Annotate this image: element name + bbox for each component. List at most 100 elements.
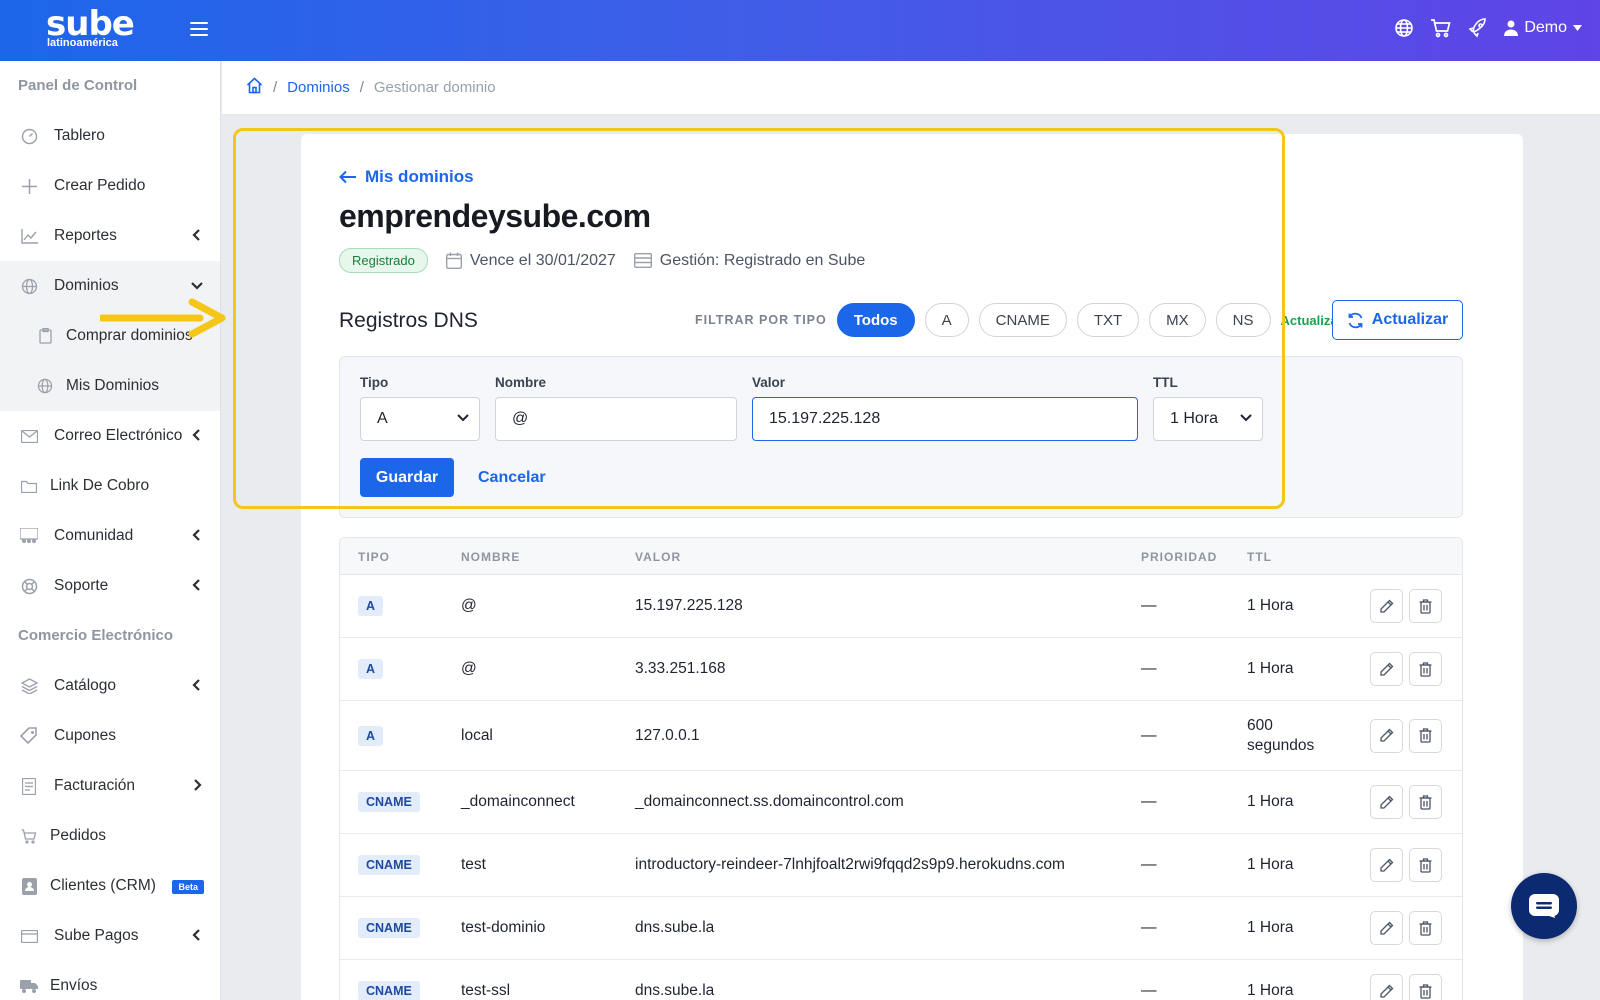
tag-icon bbox=[20, 727, 38, 745]
edit-record-button[interactable] bbox=[1370, 848, 1403, 882]
name-label: Nombre bbox=[495, 375, 547, 390]
sidebar-item-tablero[interactable]: Tablero bbox=[0, 111, 220, 161]
table-row: CNAME test introductory-reindeer-7lnhjfoal… bbox=[340, 834, 1462, 897]
sidebar-item-facturacion[interactable]: Facturación bbox=[0, 761, 220, 811]
table-row: Alocal 127.0.0.1 — 600 segundos bbox=[340, 701, 1462, 771]
record-type-badge: CNAME bbox=[358, 855, 420, 875]
menu-toggle-icon[interactable] bbox=[190, 22, 208, 38]
type-select-value: A bbox=[377, 410, 388, 427]
filter-pill-txt[interactable]: TXT bbox=[1076, 303, 1140, 337]
chevron-down-icon bbox=[1240, 414, 1252, 422]
delete-record-button[interactable] bbox=[1409, 718, 1442, 753]
sidebar-item-soporte[interactable]: Soporte bbox=[0, 561, 220, 611]
sidebar-item-dominios[interactable]: Dominios bbox=[0, 261, 220, 311]
sidebar: Panel de Control Tablero Crear Pedido Re… bbox=[0, 61, 221, 1000]
ttl-label: TTL bbox=[1153, 375, 1178, 390]
sidebar-item-link-de-cobro[interactable]: Link De Cobro bbox=[0, 461, 220, 511]
sidebar-item-clientes-crm[interactable]: Clientes (CRM) Beta bbox=[0, 861, 220, 911]
sidebar-item-label: Dominios bbox=[54, 277, 119, 294]
sidebar-item-pedidos[interactable]: Pedidos bbox=[0, 811, 220, 861]
value-input[interactable]: 15.197.225.128 bbox=[752, 397, 1138, 441]
name-input[interactable]: @ bbox=[495, 397, 737, 441]
chevron-right-icon bbox=[194, 779, 202, 791]
sidebar-item-crear-pedido[interactable]: Crear Pedido bbox=[0, 161, 220, 211]
refresh-button[interactable]: Actualizar bbox=[1332, 300, 1463, 340]
back-to-my-domains-link[interactable]: Mis dominios bbox=[339, 167, 474, 187]
trash-icon bbox=[1419, 598, 1432, 614]
record-priority: — bbox=[1141, 793, 1157, 810]
type-select[interactable]: A bbox=[360, 397, 480, 441]
column-header-value: VALOR bbox=[635, 550, 682, 564]
rocket-icon[interactable] bbox=[1468, 18, 1488, 38]
edit-record-button[interactable] bbox=[1370, 589, 1403, 623]
filter-pill-a[interactable]: A bbox=[924, 303, 969, 337]
chevron-down-icon bbox=[457, 414, 469, 422]
sidebar-item-mis-dominios[interactable]: Mis Dominios bbox=[0, 361, 220, 411]
sidebar-item-sube-pagos[interactable]: Sube Pagos bbox=[0, 911, 220, 961]
sidebar-item-comunidad[interactable]: Comunidad bbox=[0, 511, 220, 561]
record-type-badge: CNAME bbox=[358, 792, 420, 812]
sidebar-item-catalogo[interactable]: Catálogo bbox=[0, 661, 220, 711]
type-cell: A bbox=[358, 659, 384, 679]
delete-record-button[interactable] bbox=[1409, 785, 1442, 819]
trash-icon bbox=[1419, 661, 1432, 677]
type-cell: CNAME bbox=[358, 792, 420, 812]
save-button[interactable]: Guardar bbox=[360, 458, 454, 497]
pencil-icon bbox=[1380, 858, 1394, 872]
edit-record-button[interactable] bbox=[1370, 911, 1403, 945]
delete-record-button[interactable] bbox=[1409, 652, 1442, 686]
sidebar-item-comprar-dominios[interactable]: Comprar dominios bbox=[0, 311, 220, 361]
delete-record-button[interactable] bbox=[1409, 848, 1442, 882]
cart-icon[interactable] bbox=[1430, 18, 1452, 38]
globe-icon[interactable] bbox=[1394, 18, 1414, 38]
filter-pill-mx[interactable]: MX bbox=[1149, 303, 1206, 337]
breadcrumb-link-dominios[interactable]: Dominios bbox=[287, 79, 350, 96]
chevron-down-icon bbox=[191, 282, 203, 290]
sidebar-item-cupones[interactable]: Cupones bbox=[0, 711, 220, 761]
user-menu[interactable]: Demo bbox=[1504, 19, 1582, 37]
gauge-icon bbox=[20, 127, 38, 145]
column-header-priority: PRIORIDAD bbox=[1141, 550, 1218, 564]
edit-record-button[interactable] bbox=[1370, 718, 1403, 753]
value-input-value: 15.197.225.128 bbox=[769, 410, 881, 427]
delete-record-button[interactable] bbox=[1409, 911, 1442, 945]
pencil-icon bbox=[1380, 795, 1394, 809]
sidebar-item-reportes[interactable]: Reportes bbox=[0, 211, 220, 261]
users-icon bbox=[20, 527, 38, 545]
user-name: Demo bbox=[1524, 19, 1567, 36]
home-icon[interactable] bbox=[246, 77, 263, 98]
filter-pill-cname[interactable]: CNAME bbox=[978, 303, 1067, 337]
sidebar-item-label: Comunidad bbox=[54, 527, 134, 544]
ttl-select[interactable]: 1 Hora bbox=[1153, 397, 1263, 441]
record-value: _domainconnect.ss.domaincontrol.com bbox=[635, 793, 904, 810]
edit-record-button[interactable] bbox=[1370, 785, 1403, 819]
sidebar-item-label: Pedidos bbox=[50, 827, 107, 844]
dns-records-table: TIPO NOMBRE VALOR PRIORIDAD TTL A @15.197… bbox=[339, 537, 1463, 1000]
edit-record-button[interactable] bbox=[1370, 652, 1403, 686]
truck-icon bbox=[20, 977, 38, 995]
delete-record-button[interactable] bbox=[1409, 589, 1442, 623]
trash-icon bbox=[1419, 794, 1432, 810]
management-text: Gestión: Registrado en Sube bbox=[659, 251, 866, 269]
record-name: test-dominio bbox=[461, 919, 546, 936]
sube-logo[interactable]: sube latinoamérica bbox=[46, 6, 135, 49]
domain-card: Mis dominios emprendeysube.com Registrad… bbox=[301, 134, 1523, 1000]
record-value: 127.0.0.1 bbox=[635, 726, 700, 744]
type-field-group: Tipo A bbox=[360, 375, 480, 441]
filter-pill-todos[interactable]: Todos bbox=[836, 303, 915, 337]
sidebar-item-correo[interactable]: Correo Electrónico bbox=[0, 411, 220, 461]
pencil-icon bbox=[1380, 984, 1394, 998]
cancel-button[interactable]: Cancelar bbox=[478, 458, 546, 497]
record-priority: — bbox=[1141, 982, 1157, 999]
sidebar-item-envios[interactable]: Envíos bbox=[0, 961, 220, 1000]
record-name: @ bbox=[461, 597, 477, 614]
type-label: Tipo bbox=[360, 375, 389, 390]
record-ttl: 1 Hora bbox=[1247, 597, 1294, 614]
trash-icon bbox=[1419, 728, 1432, 743]
filter-pill-ns[interactable]: NS bbox=[1215, 303, 1271, 337]
edit-record-button[interactable] bbox=[1370, 974, 1403, 1000]
caret-down-icon bbox=[1573, 25, 1582, 31]
sidebar-item-label: Reportes bbox=[54, 227, 117, 244]
delete-record-button[interactable] bbox=[1409, 974, 1442, 1000]
chat-support-button[interactable] bbox=[1511, 873, 1577, 939]
